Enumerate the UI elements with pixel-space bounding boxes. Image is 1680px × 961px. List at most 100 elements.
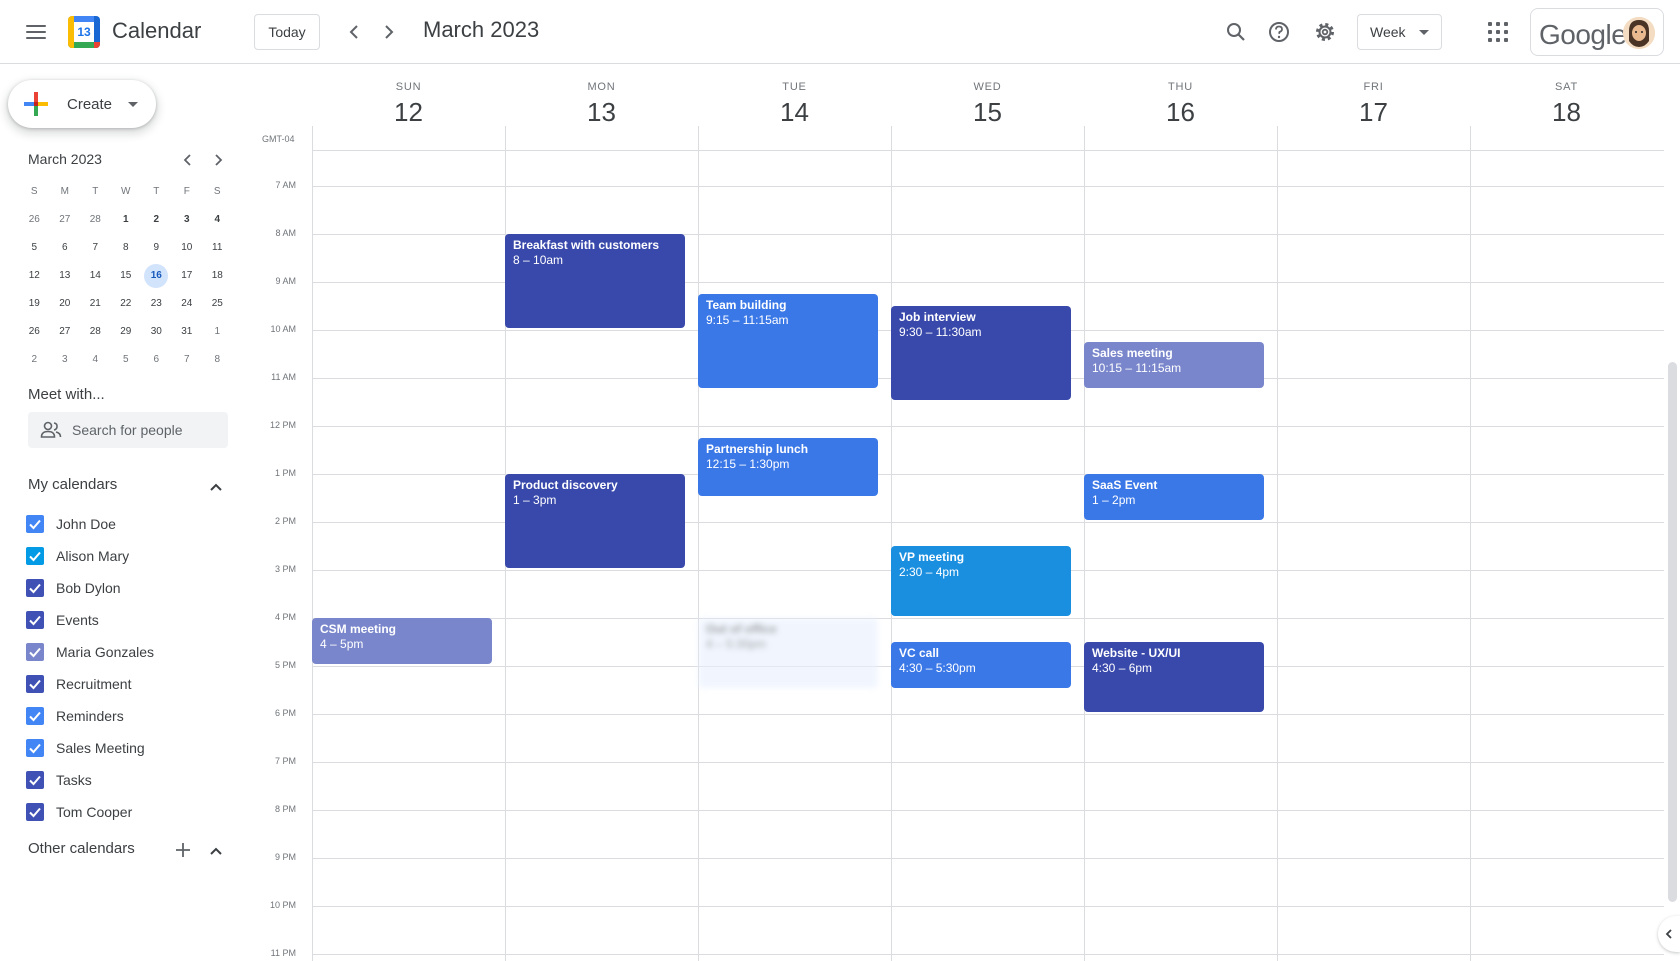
hour-grid-line — [312, 186, 1664, 187]
event-title: Breakfast with customers — [513, 238, 660, 252]
day-number: 18 — [1552, 97, 1581, 127]
search-icon[interactable] — [1222, 18, 1250, 46]
day-header[interactable]: SUN 12 — [312, 64, 505, 128]
hour-label: 9 PM — [274, 852, 296, 862]
hour-grid-line — [312, 858, 1664, 859]
day-column-divider — [312, 126, 313, 961]
day-header[interactable]: TUE 14 — [698, 64, 891, 128]
event-title: Website - UX/UI — [1092, 646, 1181, 660]
hour-grid-line — [312, 954, 1664, 955]
event-time: 4 – 5pm — [320, 637, 364, 651]
day-column-divider — [698, 126, 699, 961]
hour-label: 12 PM — [269, 420, 296, 430]
hour-label: 4 PM — [274, 612, 296, 622]
event-chip[interactable]: CSM meeting 4 – 5pm — [312, 618, 492, 664]
event-time: 9:15 – 11:15am — [706, 313, 789, 327]
day-column-divider — [1084, 126, 1085, 961]
hour-label: 7 AM — [275, 180, 296, 190]
event-chip[interactable]: Team building 9:15 – 11:15am — [698, 294, 878, 388]
event-title: Sales meeting — [1092, 346, 1173, 360]
day-name: SAT — [1555, 81, 1578, 93]
day-number: 13 — [587, 97, 616, 127]
hour-grid-line — [312, 714, 1664, 715]
event-chip[interactable]: Partnership lunch 12:15 – 1:30pm — [698, 438, 878, 496]
day-header[interactable]: MON 13 — [505, 64, 698, 128]
event-chip[interactable]: Job interview 9:30 – 11:30am — [891, 306, 1071, 400]
google-apps-icon[interactable] — [1488, 22, 1508, 42]
day-number: 12 — [394, 97, 423, 127]
hour-label: 11 AM — [271, 372, 296, 382]
help-icon[interactable] — [1265, 18, 1293, 46]
chevron-down-icon — [1419, 30, 1429, 35]
event-time: 8 – 10am — [513, 253, 564, 267]
day-column-divider — [1277, 126, 1278, 961]
hour-label: 8 AM — [275, 228, 296, 238]
day-column-divider — [1470, 126, 1471, 961]
event-title: Product discovery — [513, 478, 618, 492]
day-header[interactable]: THU 16 — [1084, 64, 1277, 128]
hour-grid-line — [312, 810, 1664, 811]
event-chip[interactable]: Product discovery 1 – 3pm — [505, 474, 685, 568]
day-name: TUE — [782, 81, 807, 93]
day-number: 16 — [1166, 97, 1195, 127]
event-chip[interactable]: Sales meeting 10:15 – 11:15am — [1084, 342, 1264, 388]
next-week-icon[interactable] — [374, 18, 402, 46]
day-name: THU — [1167, 81, 1193, 93]
hour-grid-line — [312, 426, 1664, 427]
day-header[interactable]: SAT 18 — [1470, 64, 1663, 128]
event-time: 12:15 – 1:30pm — [706, 457, 790, 471]
settings-gear-icon[interactable] — [1311, 18, 1339, 46]
account-switcher[interactable]: Google — [1530, 8, 1664, 56]
day-name: WED — [973, 81, 1002, 93]
hour-grid-line — [312, 618, 1664, 619]
hour-label: 2 PM — [274, 516, 296, 526]
hour-label: 11 PM — [270, 948, 296, 958]
day-name: FRI — [1363, 81, 1384, 93]
app-title: Calendar — [112, 18, 202, 43]
event-chip[interactable]: Website - UX/UI 4:30 – 6pm — [1084, 642, 1264, 712]
day-name: SUN — [395, 81, 422, 93]
top-bar: 13 Calendar Today March 2023 Week Google — [0, 0, 1680, 64]
today-button[interactable]: Today — [254, 14, 320, 50]
calendar-logo: 13 — [68, 16, 100, 48]
hour-grid-line — [312, 762, 1664, 763]
day-name: MON — [587, 81, 616, 93]
event-title: SaaS Event — [1092, 478, 1158, 492]
hour-label: 7 PM — [274, 756, 296, 766]
event-title: VC call — [899, 646, 940, 660]
event-time: 1 – 2pm — [1092, 493, 1136, 507]
hour-label: 8 PM — [274, 804, 296, 814]
hour-label: 5 PM — [274, 660, 296, 670]
hour-label: 1 PM — [274, 468, 296, 478]
event-chip[interactable]: VP meeting 2:30 – 4pm — [891, 546, 1071, 616]
avatar[interactable] — [1623, 17, 1655, 49]
event-title: VP meeting — [899, 550, 965, 564]
vertical-scrollbar[interactable] — [1668, 362, 1677, 902]
event-time: 1 – 3pm — [513, 493, 557, 507]
previous-week-icon[interactable] — [341, 18, 369, 46]
event-time: 10:15 – 11:15am — [1092, 361, 1182, 375]
view-selector[interactable]: Week — [1357, 14, 1442, 50]
hour-label: 9 AM — [275, 276, 296, 286]
day-number: 17 — [1359, 97, 1388, 127]
hour-label: 6 PM — [274, 708, 296, 718]
day-header[interactable]: WED 15 — [891, 64, 1084, 128]
event-title: Team building — [706, 298, 787, 312]
hour-label: 3 PM — [274, 564, 296, 574]
event-chip[interactable]: VC call 4:30 – 5:30pm — [891, 642, 1071, 688]
day-number: 15 — [973, 97, 1002, 127]
timezone-label: GMT-04 — [262, 134, 295, 144]
main-menu-icon[interactable] — [20, 18, 52, 46]
event-chip[interactable]: Out of office 4 – 5:30pm — [698, 618, 878, 688]
google-wordmark: Google — [1539, 19, 1627, 50]
event-title: CSM meeting — [320, 622, 397, 636]
chevron-left-icon — [1665, 929, 1672, 939]
day-header[interactable]: FRI 17 — [1277, 64, 1470, 128]
hour-grid-line — [312, 906, 1664, 907]
event-chip[interactable]: SaaS Event 1 – 2pm — [1084, 474, 1264, 520]
grid-line — [312, 150, 1664, 151]
event-chip[interactable]: Breakfast with customers 8 – 10am — [505, 234, 685, 328]
event-time: 9:30 – 11:30am — [899, 325, 982, 339]
event-title: Partnership lunch — [706, 442, 809, 456]
event-time: 4:30 – 6pm — [1092, 661, 1153, 675]
